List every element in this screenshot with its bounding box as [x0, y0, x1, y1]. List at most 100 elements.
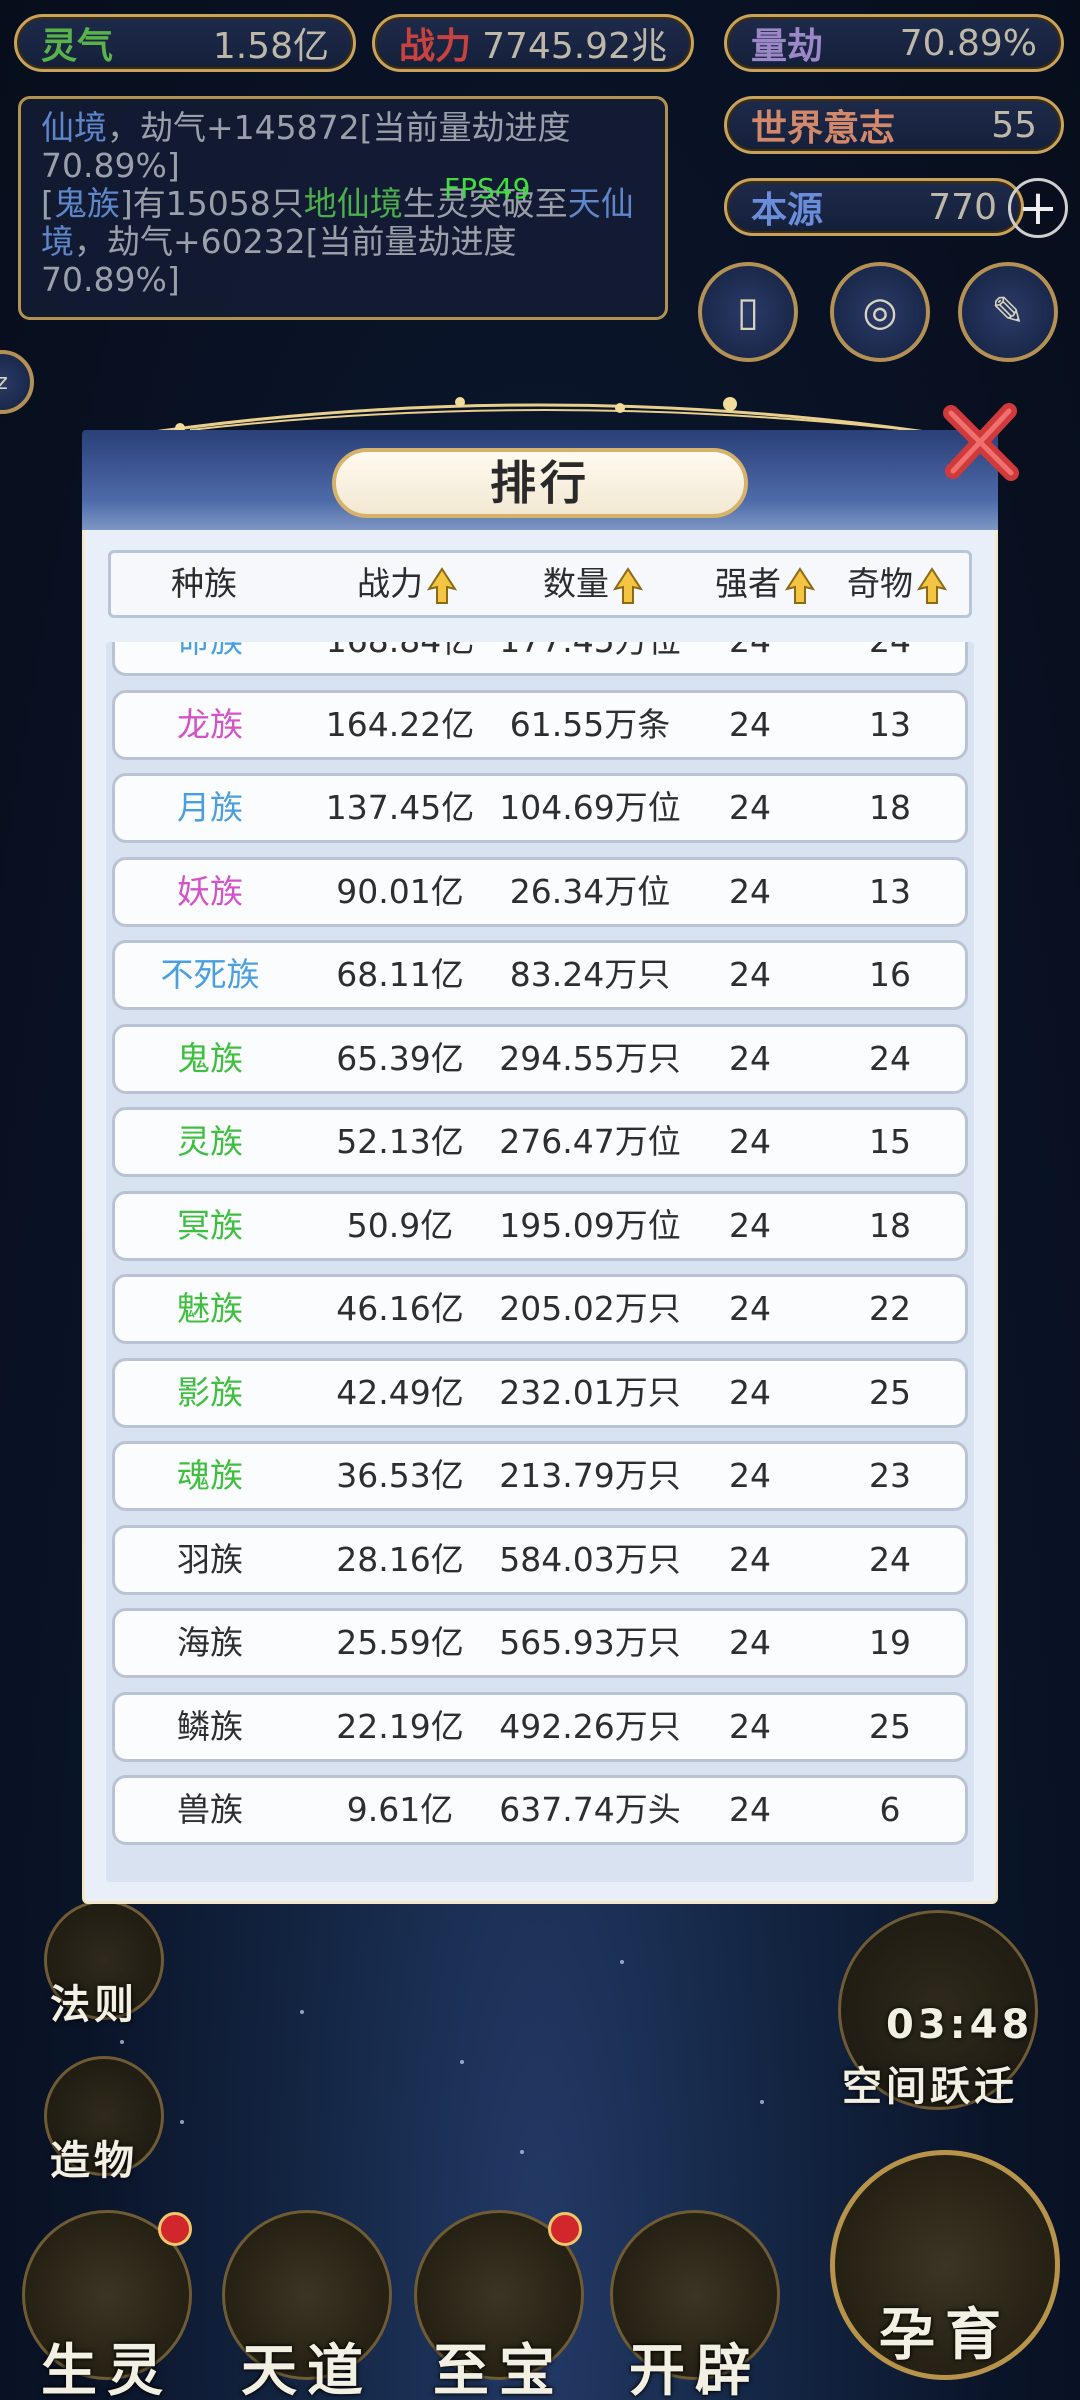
count-cell: 294.55万只: [499, 1038, 681, 1078]
shijie-label: 世界意志: [751, 108, 896, 149]
table-row[interactable]: 灵族 52.13亿 276.47万位 24 15: [112, 1107, 968, 1177]
power-cell: 22.19亿: [336, 1706, 464, 1746]
col-strong-sort[interactable]: 强者: [715, 553, 815, 615]
add-benyuan-button[interactable]: +: [1008, 178, 1068, 238]
zaowu-label: 造物: [50, 2138, 138, 2184]
power-cell: 50.9亿: [346, 1205, 454, 1245]
table-row[interactable]: 龙族 164.22亿 61.55万条 24 13: [112, 689, 968, 760]
sleep-icon-button[interactable]: z: [0, 350, 34, 414]
power-cell: 42.49亿: [336, 1372, 464, 1412]
race-cell: 海族: [177, 1623, 243, 1662]
shijie-bar: 世界意志 55: [724, 96, 1064, 154]
col-treasure-sort[interactable]: 奇物: [847, 553, 947, 615]
strong-cell: 24: [729, 871, 771, 911]
table-header: 种族 战力 数量 强者 奇物: [108, 550, 972, 618]
lingqi-bar: 灵气 1.58亿: [14, 14, 356, 72]
ranking-dialog: 排行 种族 战力 数量 强者 奇物 命族168.84亿177.45万位2424 龙…: [82, 397, 1019, 1904]
strong-cell: 24: [729, 1539, 771, 1579]
table-row[interactable]: 妖族 90.01亿 26.34万位 24 13: [112, 856, 968, 927]
table-row[interactable]: 月族 137.45亿 104.69万位 24 18: [112, 773, 968, 843]
game-screen: 灵气 1.58亿 战力 7745.92兆 量劫 70.89% 世界意志 55 本…: [0, 0, 1080, 2400]
zhanli-label: 战力: [399, 26, 472, 67]
count-cell: 26.34万位: [509, 871, 671, 911]
race-cell: 月族: [177, 788, 243, 827]
notification-dot: [548, 2212, 582, 2246]
race-cell: 鬼族: [177, 1038, 243, 1078]
race-cell: 魅族: [177, 1289, 243, 1328]
treasure-cell: 18: [869, 1205, 911, 1245]
table-row[interactable]: 魅族 46.16亿 205.02万只 24 22: [112, 1274, 968, 1344]
power-cell: 164.22亿: [325, 704, 475, 744]
treasure-cell: 15: [869, 1122, 911, 1161]
nav-zhibao-label: 至宝: [433, 2339, 565, 2400]
col-strong-label: 强者: [715, 564, 781, 603]
strong-cell: 24: [729, 1122, 771, 1161]
treasure-cell: 18: [869, 788, 911, 827]
col-race[interactable]: 种族: [171, 553, 237, 615]
strong-cell: 24: [729, 1790, 771, 1829]
star: [760, 2100, 764, 2104]
table-row[interactable]: 鬼族 65.39亿 294.55万只 24 24: [112, 1023, 968, 1094]
nav-kaipi-label: 开辟: [629, 2339, 761, 2400]
strong-cell: 24: [729, 1623, 771, 1662]
col-power-label: 战力: [357, 564, 423, 603]
kongjian-label: 空间跃迁: [842, 2064, 1018, 2110]
table-row[interactable]: 影族 42.49亿 232.01万只 24 25: [112, 1357, 968, 1428]
table-row[interactable]: 海族 25.59亿 565.93万只 24 19: [112, 1608, 968, 1678]
col-treasure-label: 奇物: [847, 564, 913, 603]
power-cell: 25.59亿: [336, 1623, 464, 1662]
log-text: [: [41, 184, 54, 223]
table-row[interactable]: 魂族 36.53亿 213.79万只 24 23: [112, 1441, 968, 1511]
race-cell: 不死族: [160, 955, 260, 994]
table-row[interactable]: 鳞族 22.19亿 492.26万只 24 25: [112, 1691, 968, 1762]
benyuan-bar: 本源 770: [724, 178, 1024, 236]
table-row[interactable]: 命族168.84亿177.45万位2424: [112, 642, 968, 676]
count-cell: 565.93万只: [499, 1623, 681, 1662]
sort-arrow-icon: [427, 566, 457, 604]
power-cell: 36.53亿: [336, 1456, 464, 1495]
nav-shengling-label: 生灵: [41, 2339, 173, 2400]
fps-counter: FPS49: [444, 172, 531, 205]
treasure-cell: 16: [869, 955, 911, 994]
close-button[interactable]: [937, 395, 1027, 485]
table-row[interactable]: 羽族 28.16亿 584.03万只 24 24: [112, 1524, 968, 1595]
table-row[interactable]: 不死族 68.11亿 83.24万只 24 16: [112, 940, 968, 1010]
zhanli-bar: 战力 7745.92兆: [372, 14, 694, 72]
race-cell: 兽族: [177, 1790, 243, 1829]
count-cell: 637.74万头: [499, 1790, 681, 1829]
count-cell: 104.69万位: [499, 788, 681, 827]
star: [620, 1960, 624, 1964]
scroll-icon-button[interactable]: ✎: [958, 262, 1058, 362]
treasure-cell: 24: [869, 1539, 911, 1579]
power-cell: 137.45亿: [325, 788, 475, 827]
table-row[interactable]: 冥族 50.9亿 195.09万位 24 18: [112, 1190, 968, 1261]
treasure-cell: 25: [869, 1706, 911, 1746]
zhanli-value: 7745.92兆: [482, 26, 667, 67]
col-count-sort[interactable]: 数量: [543, 553, 643, 615]
race-cell: 魂族: [177, 1456, 243, 1495]
shijie-value: 55: [991, 104, 1037, 146]
table-row[interactable]: 兽族 9.61亿 637.74万头 24 6: [112, 1775, 968, 1845]
power-cell: 90.01亿: [336, 871, 464, 911]
count-cell: 584.03万只: [499, 1539, 681, 1579]
race-cell: 灵族: [177, 1122, 243, 1161]
strong-cell: 24: [729, 1372, 771, 1412]
ranking-list[interactable]: 命族168.84亿177.45万位2424 龙族164.22亿61.55万条241…: [106, 642, 974, 1882]
dialog-title: 排行: [332, 448, 748, 518]
lingqi-value: 1.58亿: [212, 26, 329, 67]
race-cell: 影族: [177, 1372, 243, 1412]
strong-cell: 24: [729, 1456, 771, 1495]
count-cell: 276.47万位: [499, 1122, 681, 1161]
power-cell: 46.16亿: [336, 1289, 464, 1328]
card-icon-button[interactable]: ▯: [698, 262, 798, 362]
swirl-icon-button[interactable]: ◎: [830, 262, 930, 362]
log-realm: 地仙境: [303, 184, 403, 223]
col-power-sort[interactable]: 战力: [357, 553, 457, 615]
treasure-cell: 25: [869, 1372, 911, 1412]
sort-arrow-icon: [785, 566, 815, 604]
power-cell: 168.84亿: [305, 642, 495, 673]
treasure-cell: 19: [869, 1623, 911, 1662]
count-cell: 177.45万位: [495, 642, 685, 673]
lingqi-label: 灵气: [41, 26, 114, 67]
sort-arrow-icon: [613, 566, 643, 604]
